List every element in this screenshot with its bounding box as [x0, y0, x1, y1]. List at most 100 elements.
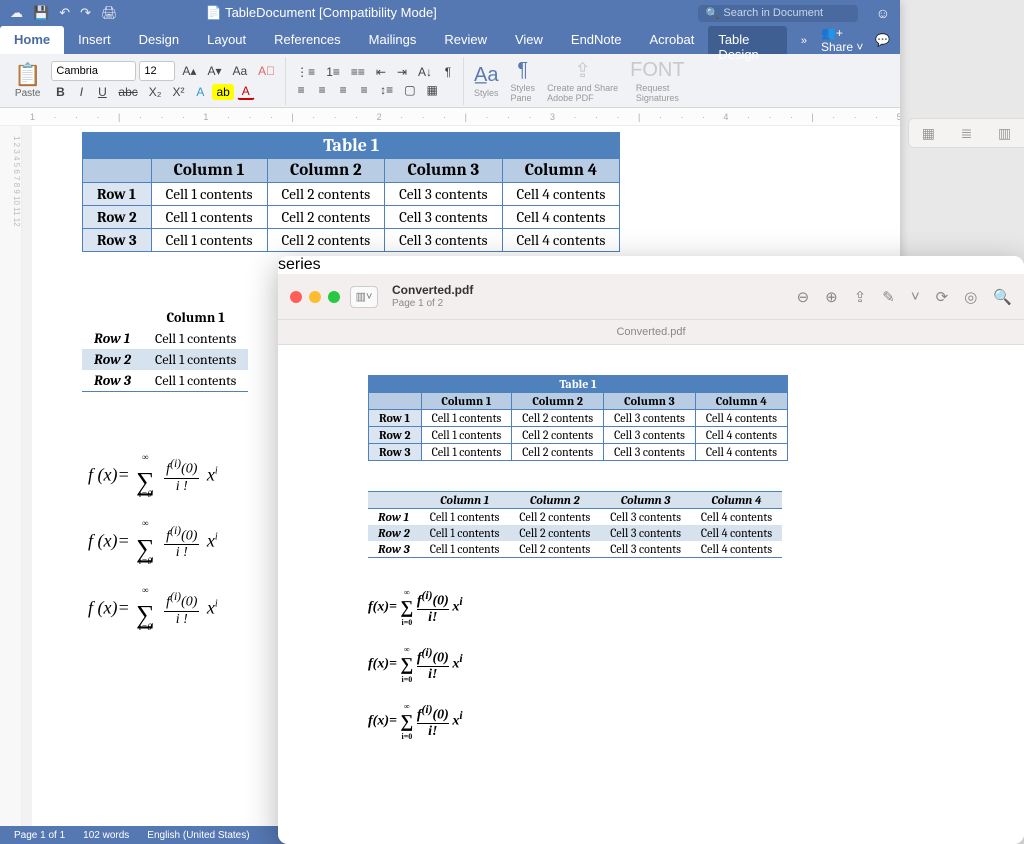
search-icon: 🔍 — [706, 7, 720, 20]
table-row: Row 3Cell 1 contentsCell 2 contentsCell … — [369, 444, 788, 461]
zoom-in-icon[interactable]: ⊕ — [825, 288, 838, 306]
autosave-icon[interactable]: ☁ — [10, 5, 23, 21]
grid-view-icon[interactable]: ▦ — [922, 125, 935, 142]
sidebar-toggle-button[interactable]: ▥ ˅ — [350, 286, 378, 308]
styles-pane-button[interactable]: ¶ Styles Pane — [507, 58, 540, 103]
share-area: 👥+ Share ˅ 💬 — [821, 26, 900, 54]
font-family-select[interactable] — [51, 61, 136, 81]
borders-icon[interactable]: ▦ — [423, 82, 442, 98]
justify-icon[interactable]: ≡ — [355, 82, 373, 98]
ribbon: 📋 Paste A▴ A▾ Aa A⃠ B I U abc X₂ X² A ab — [0, 54, 900, 108]
minimize-button[interactable] — [309, 291, 321, 303]
redo-icon[interactable]: ↷ — [80, 5, 91, 21]
bold-button[interactable]: B — [51, 84, 69, 100]
styles-button[interactable]: A̲a Styles — [470, 63, 503, 98]
font-size-select[interactable] — [139, 61, 175, 81]
tab-home[interactable]: Home — [0, 26, 64, 54]
underline-button[interactable]: U — [93, 84, 111, 100]
adobe-share-button[interactable]: ⇪ Create and Share Adobe PDF — [543, 58, 622, 103]
share-icon[interactable]: ⇪ — [854, 288, 867, 306]
vertical-ruler[interactable]: 1 2 3 4 5 6 7 8 9 10 11 12 — [0, 126, 22, 826]
paste-button[interactable]: 📋 Paste — [8, 62, 47, 99]
italic-button[interactable]: I — [72, 84, 90, 100]
table-row: Row 2Cell 1 contentsCell 2 contentsCell … — [83, 206, 620, 229]
word-titlebar: ☁ 💾 ↶ ↷ 🖨 📄 TableDocument [Compatibility… — [0, 0, 900, 26]
save-icon[interactable]: 💾 — [33, 5, 49, 21]
feedback-icon[interactable]: ☺ — [876, 5, 890, 21]
tab-acrobat[interactable]: Acrobat — [636, 26, 709, 54]
indent-right-icon[interactable]: ⇥ — [393, 64, 411, 80]
bullets-icon[interactable]: ⋮≡ — [292, 64, 319, 80]
column-view-icon[interactable]: ▥ — [998, 125, 1011, 142]
preview-page-indicator: Page 1 of 2 — [392, 298, 473, 309]
sort-icon[interactable]: A↓ — [414, 64, 436, 80]
word-count[interactable]: 102 words — [83, 830, 129, 841]
font-color-icon[interactable]: A — [237, 83, 255, 100]
superscript-button[interactable]: X² — [168, 84, 188, 100]
sidebar-icon: ▥ — [356, 290, 366, 303]
highlight-tool-icon[interactable]: ◎ — [964, 288, 977, 306]
strike-button[interactable]: abc — [114, 84, 141, 100]
shrink-font-icon[interactable]: A▾ — [203, 63, 225, 79]
language-indicator[interactable]: English (United States) — [147, 830, 249, 841]
pdf-page[interactable]: Table 1 Column 1 Column 2 Column 3 Colum… — [278, 345, 1024, 844]
align-left-icon[interactable]: ≡ — [292, 82, 310, 98]
zoom-out-icon[interactable]: ⊖ — [797, 288, 810, 306]
list-view-icon[interactable]: ≣ — [961, 125, 973, 142]
table-title: Table 1 — [369, 376, 788, 393]
table-row: Row 2Cell 1 contentsCell 2 contentsCell … — [368, 525, 782, 541]
search-placeholder: Search in Document — [723, 7, 823, 19]
search-box[interactable]: 🔍 Search in Document — [698, 5, 858, 22]
markup-icon[interactable]: ✎ — [882, 288, 895, 306]
close-button[interactable] — [290, 291, 302, 303]
word-table-2[interactable]: Column 1 Row 1Cell 1 contents Row 2Cell … — [82, 307, 248, 392]
preview-title: Converted.pdf Page 1 of 2 — [392, 284, 473, 308]
change-case-icon[interactable]: Aa — [228, 63, 251, 79]
align-center-icon[interactable]: ≡ — [313, 82, 331, 98]
font-group: A▴ A▾ Aa A⃠ B I U abc X₂ X² A ab A — [51, 57, 286, 105]
tab-view[interactable]: View — [501, 26, 557, 54]
numbering-icon[interactable]: 1≡ — [322, 64, 344, 80]
tab-endnote[interactable]: EndNote — [557, 26, 636, 54]
tab-references[interactable]: References — [260, 26, 354, 54]
align-right-icon[interactable]: ≡ — [334, 82, 352, 98]
show-marks-icon[interactable]: ¶ — [439, 64, 457, 80]
word-table-1[interactable]: Table 1 Column 1 Column 2 Column 3 Colum… — [82, 132, 620, 252]
pdf-table-1: Table 1 Column 1 Column 2 Column 3 Colum… — [368, 375, 788, 461]
tab-insert[interactable]: Insert — [64, 26, 125, 54]
background-toolbar-strip: ▦ ≣ ▥ — [908, 118, 1024, 148]
grow-font-icon[interactable]: A▴ — [178, 63, 200, 79]
print-icon[interactable]: 🖨 — [101, 5, 118, 21]
clear-format-icon[interactable]: A⃠ — [254, 63, 279, 79]
page-indicator[interactable]: Page 1 of 1 — [14, 830, 65, 841]
tab-mailings[interactable]: Mailings — [355, 26, 431, 54]
multilevel-icon[interactable]: ≡≡ — [347, 64, 369, 80]
highlight-icon[interactable]: ab — [212, 84, 233, 100]
rotate-icon[interactable]: ⟳ — [936, 288, 949, 306]
tab-table-design[interactable]: Table Design — [708, 26, 787, 54]
text-effects-icon[interactable]: A — [191, 84, 209, 100]
undo-icon[interactable]: ↶ — [59, 5, 70, 21]
preview-filename: Converted.pdf — [392, 284, 473, 297]
tab-review[interactable]: Review — [430, 26, 501, 54]
tab-layout[interactable]: Layout — [193, 26, 260, 54]
request-signatures-button[interactable]: FONT Request Signatures — [626, 58, 688, 103]
share-button[interactable]: 👥+ Share ˅ — [821, 26, 869, 54]
comments-icon[interactable]: 💬 — [875, 33, 890, 47]
shading-icon[interactable]: ▢ — [400, 82, 419, 98]
table-row: Row 3Cell 1 contentsCell 2 contentsCell … — [83, 229, 620, 252]
indent-left-icon[interactable]: ⇤ — [372, 64, 390, 80]
tab-overflow[interactable]: » — [787, 26, 821, 54]
pdf-formula-3: f(x)= ∞∑i=0 f(i)(0)i! xi — [368, 702, 964, 741]
line-spacing-icon[interactable]: ↕≡ — [376, 82, 397, 98]
quick-access-toolbar: ☁ 💾 ↶ ↷ 🖨 — [10, 5, 118, 21]
clipboard-icon: 📋 — [14, 62, 41, 88]
subscript-button[interactable]: X₂ — [145, 84, 166, 100]
search-icon[interactable]: 🔍 — [993, 288, 1012, 306]
dropdown-icon[interactable]: ˅ — [911, 288, 920, 305]
zoom-button[interactable] — [328, 291, 340, 303]
table-row: Row 1Cell 1 contentsCell 2 contentsCell … — [83, 183, 620, 206]
tab-design[interactable]: Design — [125, 26, 193, 54]
col-head: Column 2 — [267, 159, 385, 183]
horizontal-ruler[interactable]: 1 · · · | · · · 1 · · · | · · · 2 · · · … — [0, 108, 900, 126]
